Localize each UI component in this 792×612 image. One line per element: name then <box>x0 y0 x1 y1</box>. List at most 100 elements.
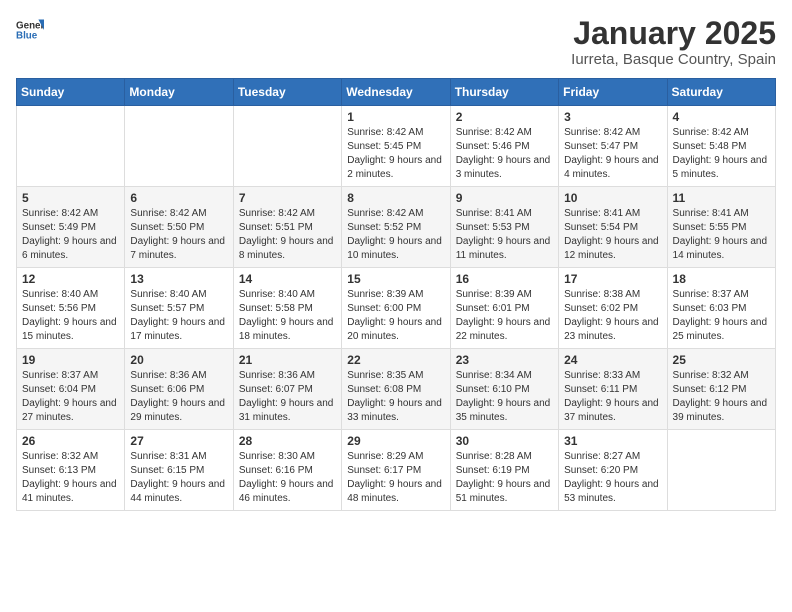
table-row: 6 Sunrise: 8:42 AM Sunset: 5:50 PM Dayli… <box>125 187 233 268</box>
header-saturday: Saturday <box>667 79 775 106</box>
table-row: 17 Sunrise: 8:38 AM Sunset: 6:02 PM Dayl… <box>559 268 667 349</box>
day-sunset: Sunset: 5:57 PM <box>130 302 227 316</box>
day-daylight: Daylight: 9 hours and 46 minutes. <box>239 478 336 506</box>
day-sunrise: Sunrise: 8:42 AM <box>239 207 336 221</box>
day-number: 6 <box>130 191 227 205</box>
table-row: 16 Sunrise: 8:39 AM Sunset: 6:01 PM Dayl… <box>450 268 558 349</box>
table-row: 26 Sunrise: 8:32 AM Sunset: 6:13 PM Dayl… <box>17 430 125 511</box>
day-number: 19 <box>22 353 119 367</box>
header-sunday: Sunday <box>17 79 125 106</box>
page-header: General Blue January 2025 Iurreta, Basqu… <box>16 16 776 68</box>
day-sunrise: Sunrise: 8:32 AM <box>22 450 119 464</box>
day-daylight: Daylight: 9 hours and 29 minutes. <box>130 397 227 425</box>
day-sunset: Sunset: 6:11 PM <box>564 383 661 397</box>
calendar-title: January 2025 <box>571 16 776 51</box>
day-daylight: Daylight: 9 hours and 31 minutes. <box>239 397 336 425</box>
day-sunrise: Sunrise: 8:40 AM <box>130 288 227 302</box>
table-row: 15 Sunrise: 8:39 AM Sunset: 6:00 PM Dayl… <box>342 268 450 349</box>
title-block: January 2025 Iurreta, Basque Country, Sp… <box>571 16 776 68</box>
day-daylight: Daylight: 9 hours and 20 minutes. <box>347 316 444 344</box>
table-row: 12 Sunrise: 8:40 AM Sunset: 5:56 PM Dayl… <box>17 268 125 349</box>
day-daylight: Daylight: 9 hours and 12 minutes. <box>564 235 661 263</box>
day-sunset: Sunset: 5:55 PM <box>673 221 770 235</box>
day-daylight: Daylight: 9 hours and 5 minutes. <box>673 154 770 182</box>
day-sunrise: Sunrise: 8:41 AM <box>456 207 553 221</box>
day-sunset: Sunset: 6:13 PM <box>22 464 119 478</box>
table-row: 25 Sunrise: 8:32 AM Sunset: 6:12 PM Dayl… <box>667 349 775 430</box>
day-sunset: Sunset: 6:10 PM <box>456 383 553 397</box>
day-sunset: Sunset: 6:00 PM <box>347 302 444 316</box>
day-daylight: Daylight: 9 hours and 17 minutes. <box>130 316 227 344</box>
day-sunrise: Sunrise: 8:37 AM <box>22 369 119 383</box>
day-daylight: Daylight: 9 hours and 8 minutes. <box>239 235 336 263</box>
table-row <box>125 106 233 187</box>
day-number: 17 <box>564 272 661 286</box>
day-number: 18 <box>673 272 770 286</box>
day-number: 21 <box>239 353 336 367</box>
day-daylight: Daylight: 9 hours and 6 minutes. <box>22 235 119 263</box>
day-sunrise: Sunrise: 8:41 AM <box>673 207 770 221</box>
day-sunset: Sunset: 5:50 PM <box>130 221 227 235</box>
day-sunrise: Sunrise: 8:31 AM <box>130 450 227 464</box>
day-sunrise: Sunrise: 8:36 AM <box>239 369 336 383</box>
day-daylight: Daylight: 9 hours and 14 minutes. <box>673 235 770 263</box>
day-number: 12 <box>22 272 119 286</box>
day-daylight: Daylight: 9 hours and 33 minutes. <box>347 397 444 425</box>
week-row-4: 26 Sunrise: 8:32 AM Sunset: 6:13 PM Dayl… <box>17 430 776 511</box>
day-daylight: Daylight: 9 hours and 25 minutes. <box>673 316 770 344</box>
header-friday: Friday <box>559 79 667 106</box>
day-sunset: Sunset: 5:53 PM <box>456 221 553 235</box>
week-row-0: 1 Sunrise: 8:42 AM Sunset: 5:45 PM Dayli… <box>17 106 776 187</box>
day-sunset: Sunset: 5:46 PM <box>456 140 553 154</box>
day-daylight: Daylight: 9 hours and 3 minutes. <box>456 154 553 182</box>
day-sunset: Sunset: 6:08 PM <box>347 383 444 397</box>
logo: General Blue <box>16 16 44 44</box>
day-sunset: Sunset: 5:48 PM <box>673 140 770 154</box>
day-daylight: Daylight: 9 hours and 22 minutes. <box>456 316 553 344</box>
day-number: 22 <box>347 353 444 367</box>
day-sunset: Sunset: 5:56 PM <box>22 302 119 316</box>
table-row <box>17 106 125 187</box>
day-sunset: Sunset: 6:01 PM <box>456 302 553 316</box>
day-sunset: Sunset: 6:04 PM <box>22 383 119 397</box>
day-number: 4 <box>673 110 770 124</box>
day-number: 8 <box>347 191 444 205</box>
day-number: 15 <box>347 272 444 286</box>
day-daylight: Daylight: 9 hours and 27 minutes. <box>22 397 119 425</box>
day-daylight: Daylight: 9 hours and 2 minutes. <box>347 154 444 182</box>
day-sunrise: Sunrise: 8:39 AM <box>347 288 444 302</box>
day-sunset: Sunset: 5:49 PM <box>22 221 119 235</box>
table-row: 1 Sunrise: 8:42 AM Sunset: 5:45 PM Dayli… <box>342 106 450 187</box>
day-number: 11 <box>673 191 770 205</box>
day-sunset: Sunset: 6:07 PM <box>239 383 336 397</box>
table-row <box>667 430 775 511</box>
day-daylight: Daylight: 9 hours and 11 minutes. <box>456 235 553 263</box>
day-sunrise: Sunrise: 8:42 AM <box>673 126 770 140</box>
header-tuesday: Tuesday <box>233 79 341 106</box>
day-sunrise: Sunrise: 8:38 AM <box>564 288 661 302</box>
day-sunset: Sunset: 5:45 PM <box>347 140 444 154</box>
day-daylight: Daylight: 9 hours and 51 minutes. <box>456 478 553 506</box>
day-sunset: Sunset: 6:20 PM <box>564 464 661 478</box>
table-row: 9 Sunrise: 8:41 AM Sunset: 5:53 PM Dayli… <box>450 187 558 268</box>
day-number: 10 <box>564 191 661 205</box>
day-sunset: Sunset: 5:51 PM <box>239 221 336 235</box>
week-row-1: 5 Sunrise: 8:42 AM Sunset: 5:49 PM Dayli… <box>17 187 776 268</box>
day-daylight: Daylight: 9 hours and 7 minutes. <box>130 235 227 263</box>
day-number: 26 <box>22 434 119 448</box>
week-row-2: 12 Sunrise: 8:40 AM Sunset: 5:56 PM Dayl… <box>17 268 776 349</box>
day-number: 3 <box>564 110 661 124</box>
day-sunrise: Sunrise: 8:35 AM <box>347 369 444 383</box>
table-row: 14 Sunrise: 8:40 AM Sunset: 5:58 PM Dayl… <box>233 268 341 349</box>
day-number: 14 <box>239 272 336 286</box>
table-row: 23 Sunrise: 8:34 AM Sunset: 6:10 PM Dayl… <box>450 349 558 430</box>
day-daylight: Daylight: 9 hours and 4 minutes. <box>564 154 661 182</box>
table-row: 10 Sunrise: 8:41 AM Sunset: 5:54 PM Dayl… <box>559 187 667 268</box>
day-sunrise: Sunrise: 8:32 AM <box>673 369 770 383</box>
day-sunset: Sunset: 5:47 PM <box>564 140 661 154</box>
day-sunrise: Sunrise: 8:40 AM <box>239 288 336 302</box>
table-row: 7 Sunrise: 8:42 AM Sunset: 5:51 PM Dayli… <box>233 187 341 268</box>
day-number: 9 <box>456 191 553 205</box>
table-row: 21 Sunrise: 8:36 AM Sunset: 6:07 PM Dayl… <box>233 349 341 430</box>
day-sunrise: Sunrise: 8:41 AM <box>564 207 661 221</box>
